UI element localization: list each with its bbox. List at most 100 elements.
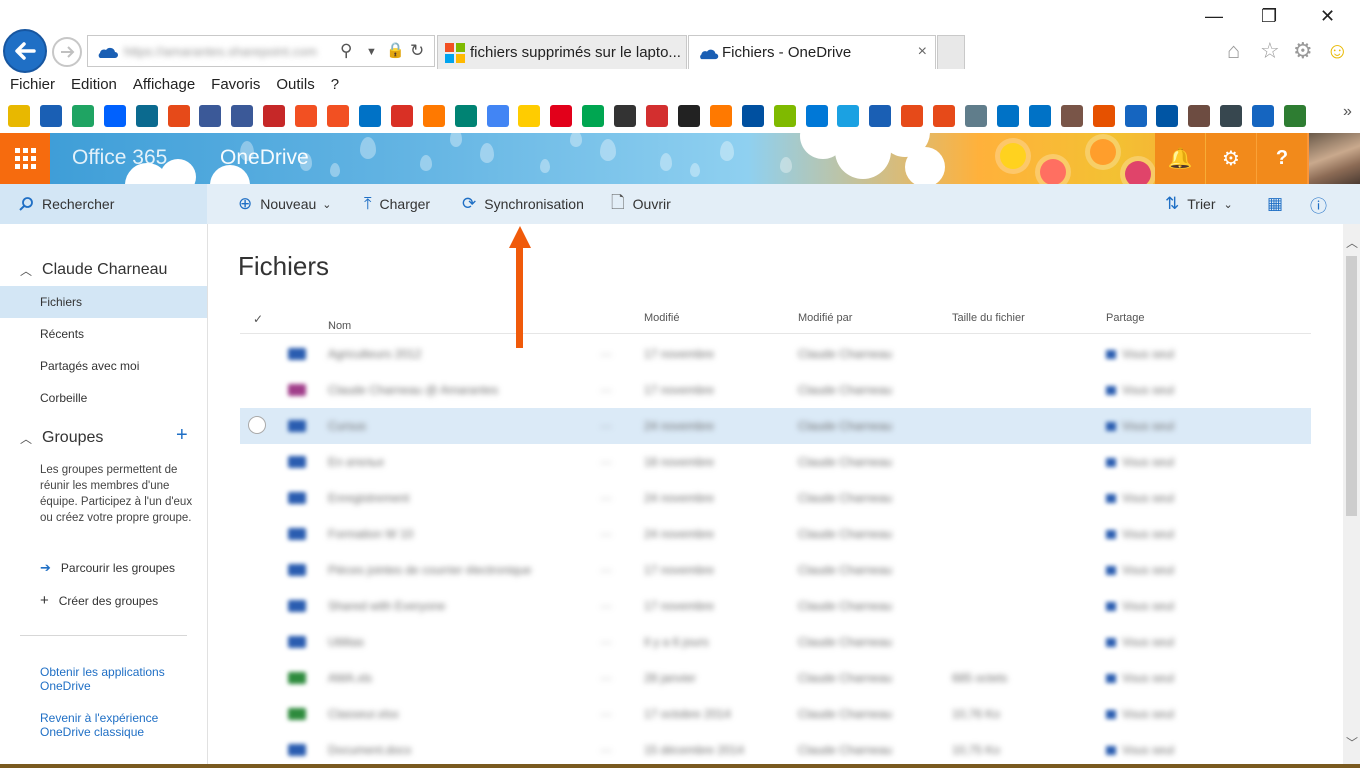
nav-item-recent[interactable]: Récents xyxy=(0,318,207,350)
scroll-down-icon[interactable]: ﹀ xyxy=(1346,734,1358,751)
facebook-icon[interactable] xyxy=(199,105,222,127)
file-name[interactable]: Enregistrement xyxy=(328,491,409,505)
minimize-button[interactable]: — xyxy=(1205,6,1223,27)
file-name[interactable]: Shared with Everyone xyxy=(328,599,445,613)
more-actions[interactable]: ··· xyxy=(600,455,612,469)
table-row[interactable]: Shared with Everyone ··· 17 novembre Claude… xyxy=(240,588,1311,624)
sync-button[interactable]: ⟳ Synchronisation xyxy=(462,184,584,224)
whiteboard-icon[interactable] xyxy=(1252,105,1275,127)
vertical-scrollbar[interactable]: ︿ ﹀ xyxy=(1343,224,1360,768)
google-icon[interactable] xyxy=(486,105,509,127)
owner-section-header[interactable]: ︿ Claude Charneau xyxy=(20,261,167,279)
more-actions[interactable]: ··· xyxy=(600,707,612,721)
monitor-icon[interactable] xyxy=(805,105,828,127)
more-actions[interactable]: ··· xyxy=(600,743,612,757)
more-actions[interactable]: ··· xyxy=(600,635,612,649)
dropbox-icon[interactable] xyxy=(103,105,126,127)
drive-icon[interactable] xyxy=(71,105,94,127)
restore-button[interactable]: ❐ xyxy=(1261,6,1277,27)
menu-outils[interactable]: Outils xyxy=(270,76,320,93)
orange-icon[interactable] xyxy=(422,105,445,127)
create-groups-link[interactable]: + Créer des groupes xyxy=(40,592,158,609)
file-name[interactable]: Agriculteurs 2012 xyxy=(328,347,421,361)
column-file-size[interactable]: Taille du fichier xyxy=(952,312,1025,324)
tab-onedrive[interactable]: Fichiers - OneDrive × xyxy=(688,35,936,69)
france-flag-icon[interactable] xyxy=(1156,105,1179,127)
orange-icon[interactable] xyxy=(709,105,732,127)
refresh-icon[interactable]: ↻ xyxy=(410,41,424,61)
settings-button[interactable]: ⚙ xyxy=(1206,133,1256,184)
table-row[interactable]: Utilitas ··· Il y a 6 jours Claude Charneau… xyxy=(240,624,1311,660)
new-button[interactable]: ⊕ Nouveau ⌄ xyxy=(238,184,332,224)
users-icon[interactable] xyxy=(1188,105,1211,127)
more-actions[interactable]: ··· xyxy=(600,671,612,685)
file-name[interactable]: Formation W 10 xyxy=(328,527,413,541)
notepad-icon[interactable] xyxy=(965,105,987,127)
file-name[interactable]: AMA.xls xyxy=(328,671,372,685)
new-tab-button[interactable] xyxy=(937,35,965,69)
favorites-more-icon[interactable]: » xyxy=(1343,103,1352,121)
search-icon[interactable]: ⚲ xyxy=(340,41,352,61)
tab-search-result[interactable]: fichiers supprimés sur le lapto... xyxy=(437,35,687,69)
dropdown-icon[interactable]: ▼ xyxy=(366,46,377,58)
menu-help[interactable]: ? xyxy=(325,76,345,93)
row-select-radio[interactable] xyxy=(248,416,266,434)
smiley-icon[interactable]: ☺ xyxy=(1326,38,1348,64)
microsoft-icon[interactable] xyxy=(773,105,796,127)
windows-icon[interactable] xyxy=(295,105,318,127)
more-actions[interactable]: ··· xyxy=(600,383,612,397)
scroll-up-icon[interactable]: ︿ xyxy=(1346,234,1358,251)
menu-favoris[interactable]: Favoris xyxy=(205,76,266,93)
file-name[interactable]: Claude Charneau @ Amarantes xyxy=(328,383,498,397)
table-row[interactable]: Claude Charneau @ Amarantes ··· 17 novembr… xyxy=(240,372,1311,408)
more-actions[interactable]: ··· xyxy=(600,491,612,505)
notifications-button[interactable]: 🔔 xyxy=(1155,133,1205,184)
file-name[interactable]: Document.docx xyxy=(328,743,411,757)
close-window-button[interactable]: ✕ xyxy=(1320,6,1335,27)
laposte-icon[interactable] xyxy=(518,105,541,127)
cgt-icon[interactable] xyxy=(263,105,286,127)
onedrive-icon[interactable] xyxy=(39,105,62,127)
home-icon[interactable]: ⌂ xyxy=(1227,38,1240,64)
table-row[interactable]: Cursus ··· 24 novembre Claude Charneau Vous … xyxy=(240,408,1311,444)
select-all-checkbox[interactable]: ✓ xyxy=(253,312,263,326)
office-icon[interactable] xyxy=(933,105,956,127)
more-actions[interactable]: ··· xyxy=(600,599,612,613)
7-icon[interactable] xyxy=(646,105,668,127)
browse-groups-link[interactable]: ➔ Parcourir les groupes xyxy=(40,560,175,576)
office-icon[interactable] xyxy=(167,105,190,127)
more-actions[interactable]: ··· xyxy=(600,527,612,541)
table-row[interactable]: Document.docx ··· 15 décembre 2014 Claude C… xyxy=(240,732,1311,768)
table-row[interactable]: Formation W 10 ··· 24 novembre Claude Charn… xyxy=(240,516,1311,552)
menu-affichage[interactable]: Affichage xyxy=(127,76,201,93)
groups-section-header[interactable]: ︿ Groupes xyxy=(20,429,103,447)
onedrive-icon[interactable] xyxy=(869,105,892,127)
app-title[interactable]: OneDrive xyxy=(220,146,309,170)
file-name[interactable]: Cursus xyxy=(328,419,366,433)
windows-icon[interactable] xyxy=(327,105,349,127)
chart-icon[interactable] xyxy=(1092,105,1115,127)
outlook-icon[interactable] xyxy=(1028,105,1051,127)
mvp-icon[interactable] xyxy=(741,105,764,127)
nav-item-shared[interactable]: Partagés avec moi xyxy=(0,350,207,382)
outlook-icon[interactable] xyxy=(996,105,1019,127)
favorites-star-icon[interactable]: ☆ xyxy=(1260,38,1280,64)
outlook-icon[interactable] xyxy=(358,105,381,127)
more-actions[interactable]: ··· xyxy=(600,347,612,361)
settings-gear-icon[interactable]: ⚙ xyxy=(1293,38,1313,64)
nav-item-files[interactable]: Fichiers xyxy=(0,286,207,318)
upload-button[interactable]: ⤒ Charger xyxy=(364,184,430,224)
column-sharing[interactable]: Partage xyxy=(1106,312,1145,324)
back-button[interactable] xyxy=(3,29,47,73)
column-modified[interactable]: Modifié xyxy=(644,312,679,324)
table-row[interactable]: Pièces jointes de courrier électronique ·… xyxy=(240,552,1311,588)
facebook-icon[interactable] xyxy=(231,105,254,127)
k-icon[interactable] xyxy=(677,105,700,127)
bing-icon[interactable] xyxy=(454,105,477,127)
credit-agricole-icon[interactable] xyxy=(582,105,605,127)
search-box[interactable]: Rechercher xyxy=(0,184,207,224)
forward-button[interactable] xyxy=(52,37,82,67)
add-group-icon[interactable]: + xyxy=(176,424,188,447)
kv-icon[interactable] xyxy=(614,105,637,127)
sharepoint-icon[interactable] xyxy=(135,105,158,127)
